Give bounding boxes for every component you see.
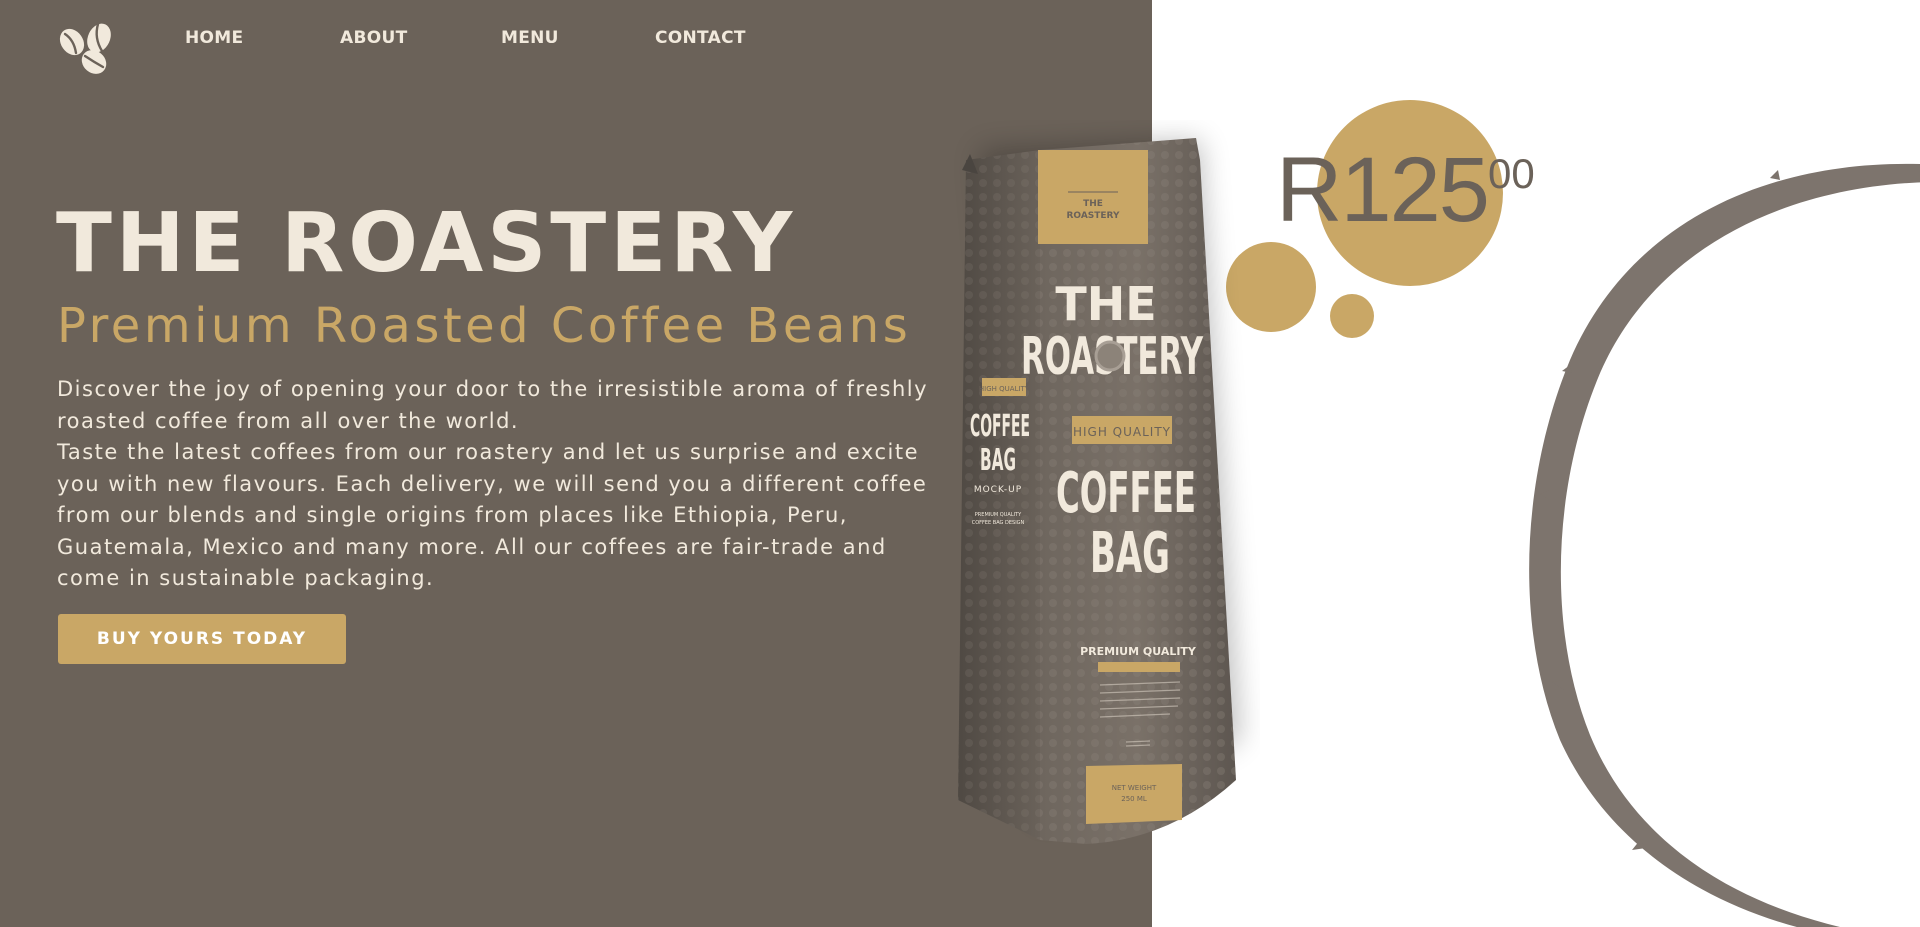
- coffee-bag-image: THE ROASTERY THE ROASTERY HIGH QUALITY C…: [958, 138, 1240, 844]
- nav-link-menu[interactable]: MENU: [501, 28, 655, 48]
- bag-side-small-1: PREMIUM QUALITY: [975, 512, 1022, 518]
- price-cents: 00: [1488, 150, 1535, 197]
- nav-link-home[interactable]: HOME: [185, 28, 340, 48]
- hero-description: Discover the joy of opening your door to…: [57, 374, 937, 595]
- bag-side-mockup: MOCK-UP: [974, 485, 1022, 495]
- bag-weight-value: 250 ML: [1121, 795, 1147, 803]
- bag-bottom-label: [1086, 764, 1182, 824]
- bag-top-text-1: THE: [1083, 199, 1103, 209]
- nav-link-contact[interactable]: CONTACT: [655, 28, 746, 48]
- bag-top-text-2: ROASTERY: [1066, 211, 1120, 221]
- valve-icon: [1094, 340, 1126, 372]
- price: R125: [1276, 139, 1490, 241]
- bag-net-weight: NET WEIGHT: [1112, 784, 1157, 792]
- bag-side-badge: HIGH QUALITY: [979, 385, 1030, 393]
- nav-link-about[interactable]: ABOUT: [340, 28, 501, 48]
- hero-paragraph-1: Discover the joy of opening your door to…: [57, 377, 929, 433]
- coffee-ring-decoration: [1529, 163, 1920, 927]
- bag-side-line-2: BAG: [980, 443, 1016, 478]
- bag-product-line-1: COFFEE: [1056, 461, 1196, 526]
- bag-side-small-2: COFFEE BAG DESIGN: [972, 520, 1025, 526]
- buy-button[interactable]: BUY YOURS TODAY: [58, 614, 346, 664]
- bag-product-line-2: BAG: [1090, 521, 1170, 586]
- bag-quality-badge: HIGH QUALITY: [1073, 425, 1171, 439]
- bag-brand-line-1: THE: [1055, 277, 1156, 331]
- bag-top-label: [1038, 150, 1148, 244]
- hero-paragraph-2: Taste the latest coffees from our roaste…: [57, 440, 928, 590]
- coffee-beans-icon[interactable]: [58, 20, 116, 76]
- page-subtitle: Premium Roasted Coffee Beans: [57, 298, 912, 354]
- bag-side-line-1: COFFEE: [970, 409, 1030, 444]
- page-title: THE ROASTERY: [56, 196, 797, 291]
- main-nav: HOME ABOUT MENU CONTACT: [185, 28, 746, 48]
- bag-premium: PREMIUM QUALITY: [1080, 645, 1197, 658]
